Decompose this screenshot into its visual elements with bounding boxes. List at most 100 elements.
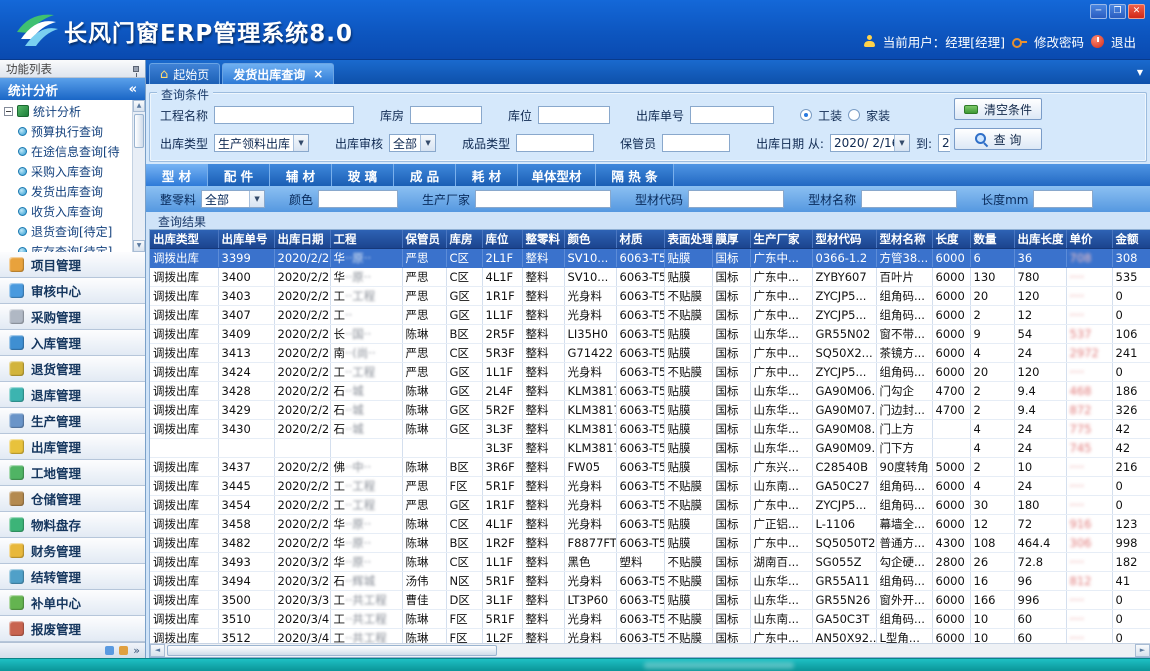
column-header[interactable]: 长度 — [932, 230, 970, 248]
material-tab[interactable]: 隔 热 条 — [596, 164, 674, 186]
column-header[interactable]: 材质 — [616, 230, 664, 248]
maximize-button[interactable]: ❐ — [1109, 4, 1126, 19]
grid-icon[interactable] — [105, 646, 114, 655]
table-row[interactable]: 调拨出库34582020/2/28华··原··陈琳C区4L1F整料光身料6063… — [150, 514, 1150, 533]
tab-close-icon[interactable]: × — [313, 67, 323, 81]
tab-start-page[interactable]: ⌂ 起始页 — [149, 63, 220, 84]
tree-item[interactable]: 采购入库查询 — [18, 161, 145, 181]
column-header[interactable]: 颜色 — [564, 230, 616, 248]
nav-item[interactable]: 结转管理 — [0, 564, 145, 590]
table-row[interactable]: 调拨出库34302020/2/26石··城陈琳G区3L3F整料KLM381760… — [150, 419, 1150, 438]
tree-item[interactable]: 发货出库查询 — [18, 181, 145, 201]
material-tab[interactable]: 玻 璃 — [332, 164, 394, 186]
nav-item[interactable]: 仓储管理 — [0, 486, 145, 512]
table-row[interactable]: 调拨出库34072020/2/25工··严思G区1L1F整料光身料6063-T5… — [150, 305, 1150, 324]
nav-item[interactable]: 入库管理 — [0, 330, 145, 356]
tree-item[interactable]: 在途信息查询[待 — [18, 141, 145, 161]
filter-select[interactable]: 全部▼ — [201, 190, 265, 208]
column-header[interactable]: 库房 — [446, 230, 482, 248]
column-header[interactable]: 型材名称 — [876, 230, 932, 248]
scroll-up-icon[interactable]: ▲ — [133, 100, 145, 112]
column-header[interactable]: 金额 — [1112, 230, 1150, 248]
column-header[interactable]: 单价 — [1066, 230, 1112, 248]
column-header[interactable]: 工程 — [330, 230, 402, 248]
table-row[interactable]: 调拨出库33992020/2/25华··原··严思C区2L1F整料SV10...… — [150, 248, 1150, 267]
column-header[interactable]: 整零料 — [522, 230, 564, 248]
nav-item[interactable]: 项目管理 — [0, 252, 145, 278]
filter-input[interactable] — [475, 190, 611, 208]
nav-item[interactable]: 出库管理 — [0, 434, 145, 460]
order-no-input[interactable] — [690, 106, 774, 124]
nav-item[interactable]: 物料盘存 — [0, 512, 145, 538]
column-header[interactable]: 库位 — [482, 230, 522, 248]
table-row[interactable]: 调拨出库34092020/2/25长··国··陈琳B区2R5F整料LI35H06… — [150, 324, 1150, 343]
table-row[interactable]: 调拨出库34292020/2/26石··城陈琳G区5R2F整料KLM381760… — [150, 400, 1150, 419]
project-name-input[interactable] — [214, 106, 354, 124]
sidebar-group-header[interactable]: 统计分析 « — [0, 78, 145, 100]
tree-root[interactable]: 统计分析 — [4, 101, 145, 121]
collapse-node-icon[interactable] — [4, 107, 13, 116]
material-tab[interactable]: 配 件 — [208, 164, 270, 186]
nav-item[interactable]: 采购管理 — [0, 304, 145, 330]
tree-item[interactable]: 退货查询[待定] — [18, 221, 145, 241]
date-to-picker[interactable]: 2020/ 3/16 ▼ — [938, 134, 950, 152]
tab-list-dropdown-icon[interactable]: ▼ — [1137, 68, 1143, 77]
table-row[interactable]: 调拨出库34002020/2/25华··原··严思C区4L1F整料SV10...… — [150, 267, 1150, 286]
scroll-left-icon[interactable]: ◄ — [150, 644, 165, 657]
radio-gongzhuang[interactable] — [800, 109, 812, 121]
filter-input[interactable] — [861, 190, 957, 208]
logout-link[interactable]: 退出 — [1111, 32, 1136, 51]
horizontal-scrollbar[interactable]: ◄ ► — [150, 643, 1150, 657]
scrollbar-thumb[interactable] — [134, 114, 144, 148]
pin-icon[interactable] — [133, 66, 139, 72]
table-row[interactable]: 调拨出库34282020/2/26石··城陈琳G区2L4F整料KLM381760… — [150, 381, 1150, 400]
tree-item[interactable]: 库存查询[待定] — [18, 241, 145, 252]
column-header[interactable]: 出库单号 — [218, 230, 274, 248]
table-row[interactable]: 调拨出库34942020/3/2石··辉城汤伟N区5R1F整料光身料6063-T… — [150, 571, 1150, 590]
column-header[interactable]: 出库类型 — [150, 230, 218, 248]
table-row[interactable]: 调拨出库34542020/2/28工··工程严思G区1R1F整料光身料6063-… — [150, 495, 1150, 514]
filter-input[interactable] — [318, 190, 398, 208]
save-icon[interactable] — [119, 646, 128, 655]
nav-item[interactable]: 审核中心 — [0, 278, 145, 304]
column-header[interactable]: 型材代码 — [812, 230, 876, 248]
tab-shipping-outbound-query[interactable]: 发货出库查询 × — [222, 63, 334, 84]
nav-item[interactable]: 工地管理 — [0, 460, 145, 486]
material-tab[interactable]: 辅 材 — [270, 164, 332, 186]
scroll-right-icon[interactable]: ► — [1135, 644, 1150, 657]
table-row[interactable]: 调拨出库35002020/3/3工··共工程曹佳D区3L1F整料LT3P6060… — [150, 590, 1150, 609]
product-type-input[interactable] — [516, 134, 594, 152]
tree-item[interactable]: 预算执行查询 — [18, 121, 145, 141]
table-row[interactable]: 调拨出库34452020/2/27工··工程严思F区5R1F整料光身料6063-… — [150, 476, 1150, 495]
search-button[interactable]: 查 询 — [954, 128, 1042, 150]
nav-item[interactable]: 补单中心 — [0, 590, 145, 616]
nav-item[interactable]: 生产管理 — [0, 408, 145, 434]
nav-item[interactable]: 报废管理 — [0, 616, 145, 642]
table-row[interactable]: 3L3F整料KLM38176063-T5贴膜国标山东华...GA90M09...… — [150, 438, 1150, 457]
table-row[interactable]: 调拨出库34032020/2/25工··工程严思G区1R1F整料光身料6063-… — [150, 286, 1150, 305]
scroll-down-icon[interactable]: ▼ — [133, 240, 145, 252]
tree-scrollbar[interactable]: ▲ ▼ — [132, 100, 145, 252]
column-header[interactable]: 膜厚 — [712, 230, 750, 248]
column-header[interactable]: 数量 — [970, 230, 1014, 248]
nav-item[interactable]: 退货管理 — [0, 356, 145, 382]
table-row[interactable]: 调拨出库34372020/2/27佛··中··陈琳B区3R6F整料FW05606… — [150, 457, 1150, 476]
column-header[interactable]: 生产厂家 — [750, 230, 812, 248]
table-row[interactable]: 调拨出库34822020/2/28华··原··陈琳B区1R2F整料F8877FT… — [150, 533, 1150, 552]
scrollbar-thumb[interactable] — [167, 645, 497, 656]
material-tab[interactable]: 成 品 — [394, 164, 456, 186]
table-row[interactable]: 调拨出库35102020/3/4工··共工程陈琳F区5R1F整料光身料6063-… — [150, 609, 1150, 628]
column-header[interactable]: 保管员 — [402, 230, 446, 248]
date-from-picker[interactable]: 2020/ 2/16 ▼ — [830, 134, 910, 152]
table-row[interactable]: 调拨出库34242020/2/26工··工程严思G区1L1F整料光身料6063-… — [150, 362, 1150, 381]
warehouse-input[interactable] — [410, 106, 482, 124]
column-header[interactable]: 表面处理 — [664, 230, 712, 248]
change-password-link[interactable]: 修改密码 — [1034, 32, 1084, 51]
material-tab[interactable]: 单体型材 — [518, 164, 596, 186]
clear-conditions-button[interactable]: 清空条件 — [954, 98, 1042, 120]
close-button[interactable]: ✕ — [1128, 4, 1145, 19]
table-row[interactable]: 调拨出库34132020/2/26南··(尚··严思C区5R3F整料G71422… — [150, 343, 1150, 362]
table-row[interactable]: 调拨出库34932020/3/2华··原··陈琳C区1L1F整料黑色塑料不贴膜国… — [150, 552, 1150, 571]
nav-item[interactable]: 退库管理 — [0, 382, 145, 408]
audit-select[interactable]: 全部 ▼ — [389, 134, 436, 152]
